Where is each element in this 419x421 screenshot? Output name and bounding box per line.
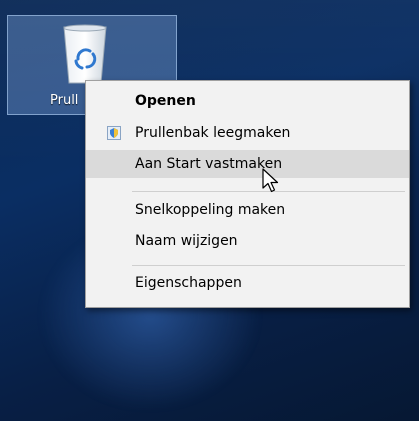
menu-item-snelkoppeling-maken[interactable]: Snelkoppeling maken (86, 196, 409, 224)
context-menu: Openen Prullenbak leegmaken Aan Start va… (85, 80, 410, 308)
desktop[interactable]: Prull Openen Prullenbak leegmaken Aan St… (0, 0, 419, 421)
menu-item-label: Prullenbak leegmaken (135, 125, 291, 141)
menu-separator (132, 265, 405, 266)
menu-item-aan-start-vastmaken[interactable]: Aan Start vastmaken (86, 150, 409, 178)
menu-item-label: Snelkoppeling maken (135, 202, 286, 218)
menu-item-openen[interactable]: Openen (86, 87, 409, 115)
menu-item-prullenbak-leegmaken[interactable]: Prullenbak leegmaken (86, 119, 409, 147)
menu-item-label: Eigenschappen (135, 275, 242, 291)
menu-item-naam-wijzigen[interactable]: Naam wijzigen (86, 227, 409, 255)
menu-item-label: Naam wijzigen (135, 233, 238, 249)
menu-item-label: Openen (135, 93, 196, 109)
menu-item-label: Aan Start vastmaken (135, 156, 283, 172)
recycle-bin-label: Prull (50, 93, 79, 108)
recycle-bin-icon (63, 24, 107, 84)
menu-item-eigenschappen[interactable]: Eigenschappen (86, 269, 409, 297)
shield-icon (107, 126, 121, 140)
arrow-cursor-icon (262, 168, 279, 193)
